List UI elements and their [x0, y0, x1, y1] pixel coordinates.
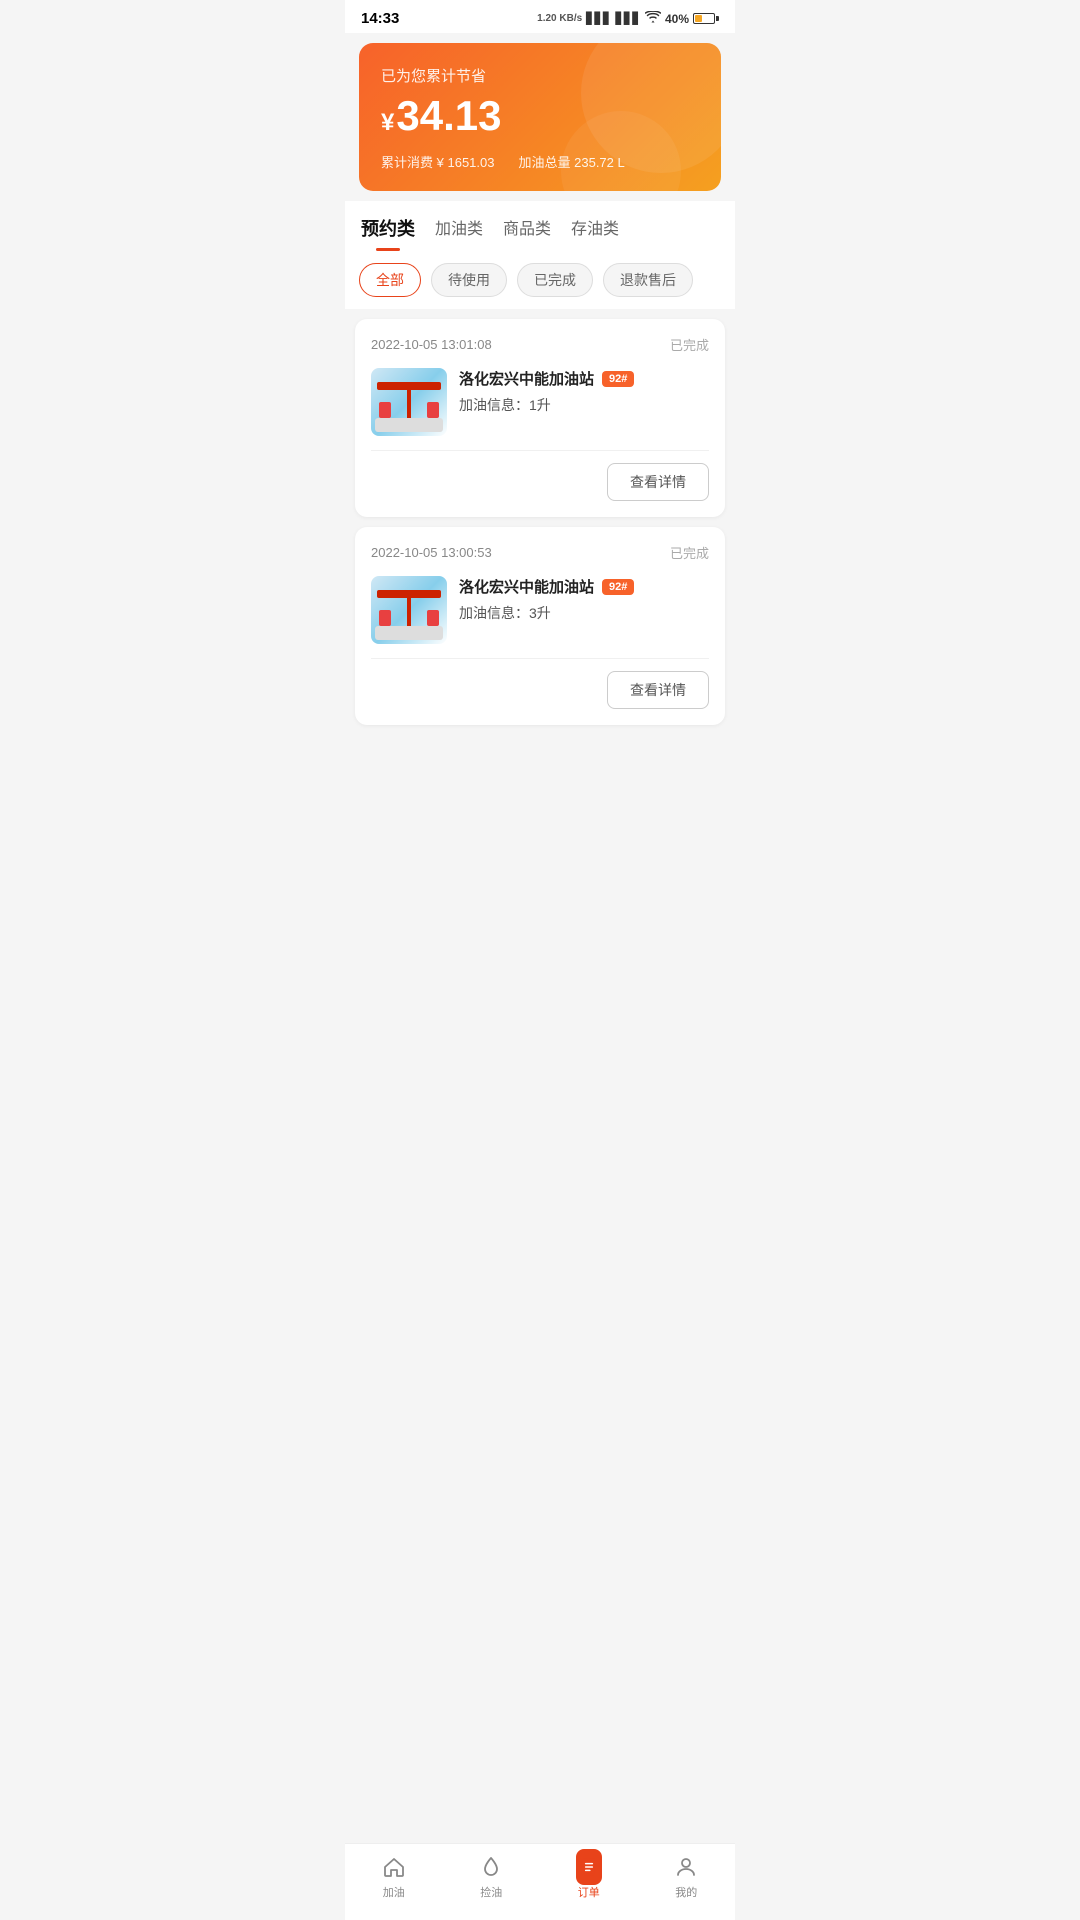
home-icon: [381, 1854, 407, 1880]
savings-amount: 34.13: [396, 92, 501, 140]
status-time: 14:33: [361, 10, 399, 27]
bottom-nav: 加油 捡油 订单: [345, 1843, 735, 1920]
order-status: 已完成: [670, 543, 709, 562]
user-icon: [673, 1854, 699, 1880]
orders-list: 2022-10-05 13:01:08 已完成 洛化宏兴中能加油站 92# 加油…: [345, 319, 735, 815]
fuel-total-label: 加油总量 235.72 L: [518, 152, 624, 171]
banner-amount: ¥ 34.13: [381, 92, 699, 140]
order-header: 2022-10-05 13:00:53 已完成: [371, 543, 709, 562]
battery-percentage: 40%: [665, 12, 689, 26]
nav-label-pickup: 捡油: [480, 1884, 502, 1900]
nav-label-fuel: 加油: [383, 1884, 405, 1900]
currency-symbol: ¥: [381, 109, 394, 137]
order-card: 2022-10-05 13:00:53 已完成 洛化宏兴中能加油站 92# 加油…: [355, 527, 725, 725]
view-detail-button[interactable]: 查看详情: [607, 671, 709, 709]
order-header: 2022-10-05 13:01:08 已完成: [371, 335, 709, 354]
status-icons: 1.20 KB/s ▋▋▋ ▋▋▋ 40%: [537, 11, 719, 26]
fuel-info: 加油信息：3升: [459, 603, 709, 623]
tab-goods[interactable]: 商品类: [503, 215, 551, 251]
station-name: 洛化宏兴中能加油站: [459, 576, 594, 597]
drop-icon: [478, 1854, 504, 1880]
station-image: [371, 368, 447, 436]
category-tabs: 预约类 加油类 商品类 存油类: [345, 201, 735, 251]
order-date: 2022-10-05 13:01:08: [371, 337, 492, 352]
station-name-row: 洛化宏兴中能加油站 92#: [459, 368, 709, 389]
station-name-row: 洛化宏兴中能加油站 92#: [459, 576, 709, 597]
order-body: 洛化宏兴中能加油站 92# 加油信息：3升: [371, 576, 709, 659]
banner-label: 已为您累计节省: [381, 65, 699, 86]
tab-store-fuel[interactable]: 存油类: [571, 215, 619, 251]
filter-all[interactable]: 全部: [359, 263, 421, 297]
nav-item-profile[interactable]: 我的: [638, 1854, 736, 1900]
network-speed: 1.20 KB/s: [537, 13, 582, 24]
order-card: 2022-10-05 13:01:08 已完成 洛化宏兴中能加油站 92# 加油…: [355, 319, 725, 517]
nav-item-fuel[interactable]: 加油: [345, 1854, 443, 1900]
station-name: 洛化宏兴中能加油站: [459, 368, 594, 389]
order-info: 洛化宏兴中能加油站 92# 加油信息：1升: [459, 368, 709, 415]
wifi-icon: [645, 11, 661, 26]
view-detail-button[interactable]: 查看详情: [607, 463, 709, 501]
nav-item-order[interactable]: 订单: [540, 1854, 638, 1900]
tab-fuel[interactable]: 加油类: [435, 215, 483, 251]
signal-4g-2: ▋▋▋: [616, 12, 641, 25]
consumption-label: 累计消费 ¥ 1651.03: [381, 152, 494, 171]
order-status: 已完成: [670, 335, 709, 354]
order-icon: [576, 1854, 602, 1880]
filter-refund[interactable]: 退款售后: [603, 263, 693, 297]
order-footer: 查看详情: [371, 659, 709, 709]
savings-banner: 已为您累计节省 ¥ 34.13 累计消费 ¥ 1651.03 加油总量 235.…: [359, 43, 721, 191]
fuel-info: 加油信息：1升: [459, 395, 709, 415]
filter-completed[interactable]: 已完成: [517, 263, 593, 297]
nav-label-order: 订单: [578, 1884, 600, 1900]
order-info: 洛化宏兴中能加油站 92# 加油信息：3升: [459, 576, 709, 623]
filter-bar: 全部 待使用 已完成 退款售后: [345, 251, 735, 309]
filter-pending[interactable]: 待使用: [431, 263, 507, 297]
nav-item-pickup[interactable]: 捡油: [443, 1854, 541, 1900]
tab-reservation[interactable]: 预约类: [361, 215, 415, 251]
order-date: 2022-10-05 13:00:53: [371, 545, 492, 560]
fuel-grade-badge: 92#: [602, 371, 634, 387]
battery-icon: [693, 13, 719, 24]
signal-4g-1: ▋▋▋: [586, 12, 611, 25]
station-image: [371, 576, 447, 644]
fuel-grade-badge: 92#: [602, 579, 634, 595]
nav-label-profile: 我的: [675, 1884, 697, 1900]
order-footer: 查看详情: [371, 451, 709, 501]
order-body: 洛化宏兴中能加油站 92# 加油信息：1升: [371, 368, 709, 451]
banner-stats: 累计消费 ¥ 1651.03 加油总量 235.72 L: [381, 152, 699, 171]
status-bar: 14:33 1.20 KB/s ▋▋▋ ▋▋▋ 40%: [345, 0, 735, 33]
